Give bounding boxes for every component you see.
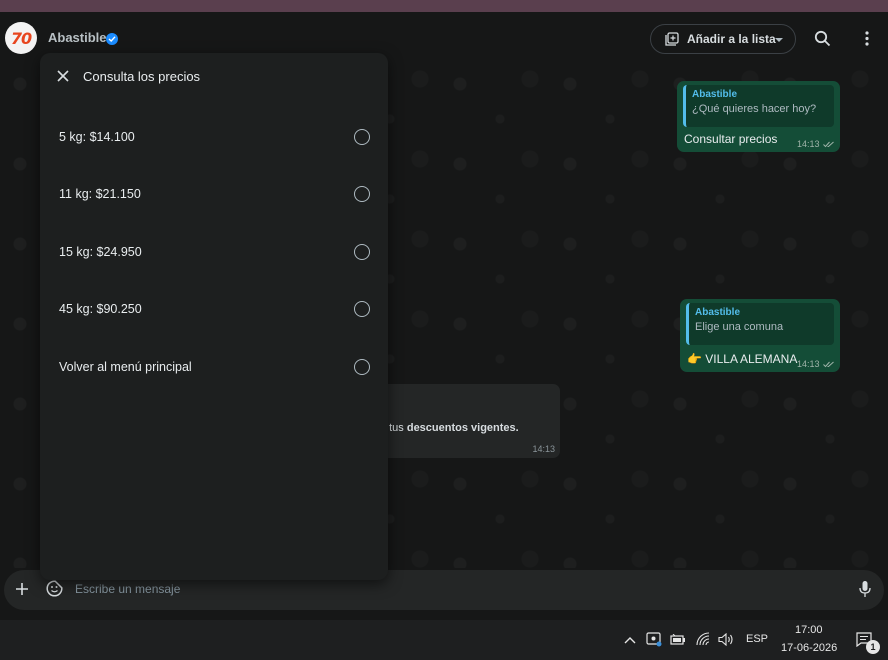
option-label: 15 kg: $24.950 xyxy=(59,245,142,259)
message-text-bold: descuentos vigentes. xyxy=(406,422,519,434)
option-label: 11 kg: $21.150 xyxy=(59,187,141,201)
option-label: 45 kg: $90.250 xyxy=(59,302,142,316)
chevron-up-icon[interactable] xyxy=(624,636,636,644)
close-icon[interactable] xyxy=(57,70,69,82)
volume-icon[interactable] xyxy=(718,633,734,646)
message-time: 14:13 xyxy=(797,139,820,149)
add-to-list-button[interactable]: Añadir a la lista xyxy=(650,24,796,54)
avatar-logo-text: 70 xyxy=(10,28,32,48)
option-15kg[interactable]: 15 kg: $24.950 xyxy=(40,232,388,272)
message-text: s y tus descuentos vigentes. xyxy=(372,422,519,434)
message-text: Consultar precios xyxy=(684,132,778,146)
list-add-icon xyxy=(665,32,679,46)
option-5kg[interactable]: 5 kg: $14.100 xyxy=(40,117,388,157)
option-11kg[interactable]: 11 kg: $21.150 xyxy=(40,174,388,214)
option-radio[interactable] xyxy=(354,129,370,145)
outgoing-message[interactable]: Abastible ¿Qué quieres hacer hoy? Consul… xyxy=(677,81,840,152)
input-language[interactable]: ESP xyxy=(746,633,768,645)
read-checkmarks-icon xyxy=(823,361,834,368)
quoted-message[interactable]: Abastible ¿Qué quieres hacer hoy? xyxy=(683,85,834,127)
contact-name[interactable]: Abastible xyxy=(48,30,107,45)
read-checkmarks-icon xyxy=(823,141,834,148)
outgoing-message[interactable]: Abastible Elige una comuna 👉 VILLA ALEMA… xyxy=(680,299,840,372)
sticker-icon[interactable] xyxy=(46,580,63,597)
option-radio[interactable] xyxy=(354,186,370,202)
option-radio[interactable] xyxy=(354,301,370,317)
microphone-icon[interactable] xyxy=(859,580,871,598)
quote-author: Abastible xyxy=(695,307,741,318)
option-45kg[interactable]: 45 kg: $90.250 xyxy=(40,289,388,329)
chevron-down-icon xyxy=(775,38,783,42)
battery-icon[interactable] xyxy=(670,634,686,645)
option-label: 5 kg: $14.100 xyxy=(59,130,135,144)
option-radio[interactable] xyxy=(354,244,370,260)
clock-time[interactable]: 17:00 xyxy=(795,624,823,636)
search-icon[interactable] xyxy=(814,30,831,47)
option-label: Volver al menú principal xyxy=(59,360,192,374)
option-radio[interactable] xyxy=(354,359,370,375)
panel-title: Consulta los precios xyxy=(83,69,201,84)
more-options-icon[interactable] xyxy=(861,30,873,47)
quote-author: Abastible xyxy=(692,89,738,100)
message-text: 👉 VILLA ALEMANA xyxy=(687,352,798,366)
quote-text: ¿Qué quieres hacer hoy? xyxy=(692,103,817,115)
message-time: 14:13 xyxy=(532,444,555,454)
add-to-list-label: Añadir a la lista xyxy=(687,32,776,46)
window-top-strip xyxy=(0,0,888,12)
price-options-panel: Consulta los precios 5 kg: $14.100 11 kg… xyxy=(40,53,388,580)
system-taskbar: ESP 17:00 17-06-2026 1 xyxy=(0,620,888,660)
notification-count-badge: 1 xyxy=(866,640,880,654)
quote-text: Elige una comuna xyxy=(695,321,784,333)
clock-date[interactable]: 17-06-2026 xyxy=(781,642,837,654)
option-back-to-main-menu[interactable]: Volver al menú principal xyxy=(40,347,388,387)
message-time: 14:13 xyxy=(797,359,820,369)
wifi-icon[interactable] xyxy=(696,632,710,646)
plus-icon[interactable] xyxy=(15,582,29,596)
message-input[interactable]: Escribe un mensaje xyxy=(75,582,180,596)
quoted-message[interactable]: Abastible Elige una comuna xyxy=(686,303,834,345)
verified-badge-icon xyxy=(106,33,118,45)
meet-now-icon[interactable] xyxy=(646,632,662,647)
avatar[interactable]: 70 xyxy=(5,22,37,54)
